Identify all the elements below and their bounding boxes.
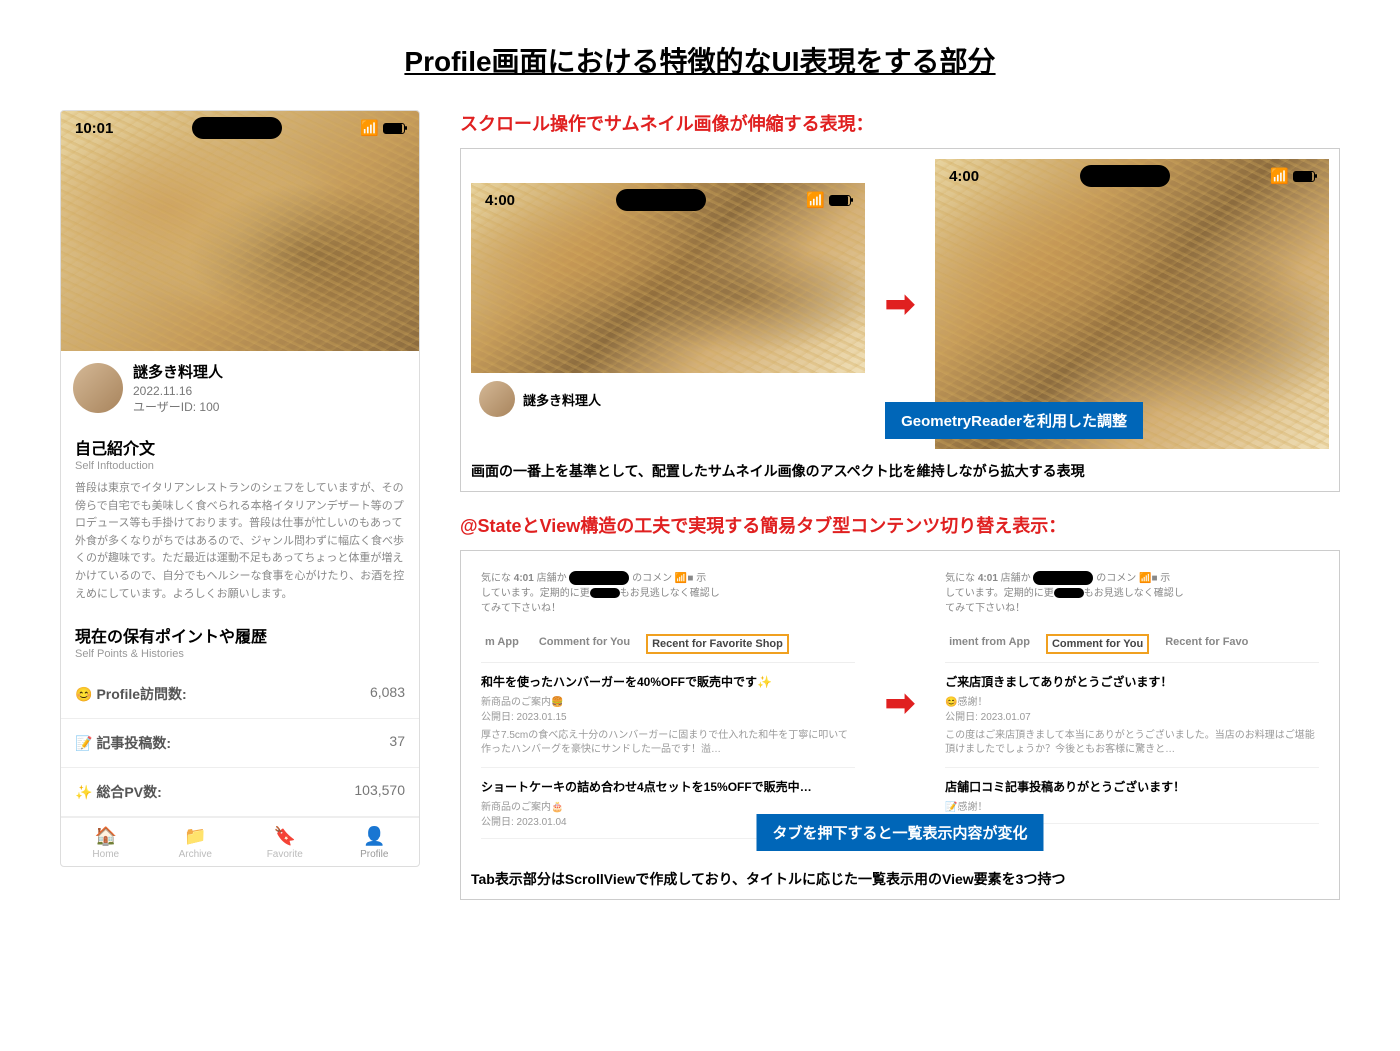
page-title: Profile画面における特徴的なUI表現をする部分: [60, 40, 1340, 80]
item-date: 公開日: 2023.01.15: [481, 708, 855, 723]
intro-text: 普段は東京でイタリアンレストランのシェフをしていますが、その傍らで自宅でも美味し…: [75, 480, 405, 603]
tab-chip-selected[interactable]: Comment for You: [1046, 634, 1149, 654]
tab-phone-1: 気にな 4:01 店舗か のコメン 📶■ 示 しています。定期的に更もお見逃しな…: [471, 561, 865, 845]
stats-list: 😊Profile訪問数: 6,083 📝記事投稿数: 37 ✨総合PV数: 10…: [61, 670, 419, 817]
stat-value: 6,083: [370, 684, 405, 704]
stat-row[interactable]: 📝記事投稿数: 37: [61, 719, 419, 768]
header-text: 気にな 4:01 店舗か のコメン 📶■ 示 しています。定期的に更もお見逃しな…: [945, 571, 1319, 616]
section2-panel: 気にな 4:01 店舗か のコメン 📶■ 示 しています。定期的に更もお見逃しな…: [460, 550, 1340, 900]
notch: [616, 189, 706, 211]
item-sub: 新商品のご案内🍔: [481, 693, 855, 708]
profile-id: ユーザーID: 100: [133, 398, 407, 415]
status-bar: 4:00 📶: [471, 183, 865, 217]
tabs-scroll[interactable]: iment from App Comment for You Recent fo…: [945, 626, 1319, 663]
annotation-label: GeometryReaderを利用した調整: [885, 402, 1143, 439]
list-item[interactable]: 和牛を使ったハンバーガーを40%OFFで販売中です✨ 新商品のご案内🍔 公開日:…: [481, 663, 855, 768]
mini-phone-after: 4:00 📶 GeometryReaderを利用した調整: [935, 159, 1329, 449]
profile-header: 謎多き料理人 2022.11.16 ユーザーID: 100: [61, 351, 419, 425]
battery-icon: [1293, 171, 1315, 182]
tab-phone-2: 気にな 4:01 店舗か のコメン 📶■ 示 しています。定期的に更もお見逃しな…: [935, 561, 1329, 830]
history-title: 現在の保有ポイントや履歴: [75, 623, 405, 647]
item-title: ショートケーキの詰め合わせ4点セットを15%OFFで販売中…: [481, 778, 855, 795]
tabs-scroll[interactable]: m App Comment for You Recent for Favorit…: [481, 626, 855, 663]
wifi-icon: 📶: [806, 191, 825, 209]
item-desc: この度はご来店頂きまして本当にありがとうございました。当店のお料理はご堪能頂けま…: [945, 729, 1319, 757]
tab-profile[interactable]: 👤Profile: [330, 818, 420, 866]
profile-date: 2022.11.16: [133, 384, 407, 398]
wifi-icon: 📶: [1270, 167, 1289, 185]
status-bar: 10:01 📶: [61, 111, 419, 145]
tab-home[interactable]: 🏠Home: [61, 818, 151, 866]
status-bar: 4:00 📶: [935, 159, 1329, 193]
section2-header: @StateとView構造の工夫で実現する簡易タブ型コンテンツ切り替え表示：: [460, 512, 1340, 538]
home-icon: 🏠: [61, 826, 151, 847]
tab-chip[interactable]: m App: [481, 634, 523, 654]
item-sub: 新商品のご案内🎂: [481, 798, 855, 813]
hero-image: [61, 111, 419, 351]
tab-favorite[interactable]: 🔖Favorite: [240, 818, 330, 866]
arrow-icon: ➡: [885, 283, 915, 325]
profile-icon: 👤: [330, 826, 420, 847]
item-desc: 厚さ7.5cmの食べ応え十分のハンバーガーに固まりで仕入れた和牛を丁寧に叩いて作…: [481, 729, 855, 757]
section1-caption: 画面の一番上を基準として、配置したサムネイル画像のアスペクト比を維持しながら拡大…: [471, 461, 1329, 481]
archive-icon: 📁: [151, 826, 241, 847]
mini-phone-before: 4:00 📶 謎多き料理人: [471, 183, 865, 425]
emoji-icon: ✨: [75, 784, 92, 801]
history-sub: Self Points & Histories: [75, 648, 405, 660]
tab-chip[interactable]: Comment for You: [535, 634, 634, 654]
tab-archive[interactable]: 📁Archive: [151, 818, 241, 866]
emoji-icon: 📝: [75, 735, 92, 752]
favorite-icon: 🔖: [240, 826, 330, 847]
stat-row[interactable]: 😊Profile訪問数: 6,083: [61, 670, 419, 719]
profile-phone-mockup: 10:01 📶 謎多き料理人 2022.11.16 ユーザーID: 100: [60, 110, 420, 867]
status-time: 10:01: [75, 120, 113, 137]
item-sub: 📝感謝！: [945, 798, 1319, 813]
notch: [192, 117, 282, 139]
tab-chip[interactable]: iment from App: [945, 634, 1034, 654]
item-sub: 😊感謝！: [945, 693, 1319, 708]
intro-sub: Self Inftoduction: [75, 460, 405, 472]
arrow-icon: ➡: [885, 682, 915, 724]
battery-icon: [383, 123, 405, 134]
status-time: 4:00: [485, 192, 515, 209]
emoji-icon: 😊: [75, 686, 92, 703]
avatar[interactable]: [479, 381, 515, 417]
item-date: 公開日: 2023.01.07: [945, 708, 1319, 723]
stat-row[interactable]: ✨総合PV数: 103,570: [61, 768, 419, 817]
profile-name: 謎多き料理人: [523, 390, 601, 409]
battery-icon: [829, 195, 851, 206]
stat-value: 103,570: [354, 782, 405, 802]
tab-chip[interactable]: Recent for Favo: [1161, 634, 1252, 654]
item-title: 店舗口コミ記事投稿ありがとうございます！: [945, 778, 1319, 795]
header-text: 気にな 4:01 店舗か のコメン 📶■ 示 しています。定期的に更もお見逃しな…: [481, 571, 855, 616]
tab-bar: 🏠Home 📁Archive 🔖Favorite 👤Profile: [61, 817, 419, 866]
section1-header: スクロール操作でサムネイル画像が伸縮する表現：: [460, 110, 1340, 136]
intro-title: 自己紹介文: [75, 435, 405, 459]
profile-name: 謎多き料理人: [133, 361, 407, 382]
annotation-label: タブを押下すると一覧表示内容が変化: [756, 814, 1043, 851]
section2-caption: Tab表示部分はScrollViewで作成しており、タイトルに応じた一覧表示用の…: [471, 869, 1329, 889]
list-item[interactable]: ご来店頂きましてありがとうございます！ 😊感謝！ 公開日: 2023.01.07…: [945, 663, 1319, 768]
section1-panel: 4:00 📶 謎多き料理人 ➡ 4:00: [460, 148, 1340, 492]
tab-chip-selected[interactable]: Recent for Favorite Shop: [646, 634, 789, 654]
item-title: 和牛を使ったハンバーガーを40%OFFで販売中です✨: [481, 673, 855, 690]
item-title: ご来店頂きましてありがとうございます！: [945, 673, 1319, 690]
status-time: 4:00: [949, 168, 979, 185]
notch: [1080, 165, 1170, 187]
avatar[interactable]: [73, 363, 123, 413]
stat-value: 37: [389, 733, 405, 753]
wifi-icon: 📶: [360, 119, 379, 137]
